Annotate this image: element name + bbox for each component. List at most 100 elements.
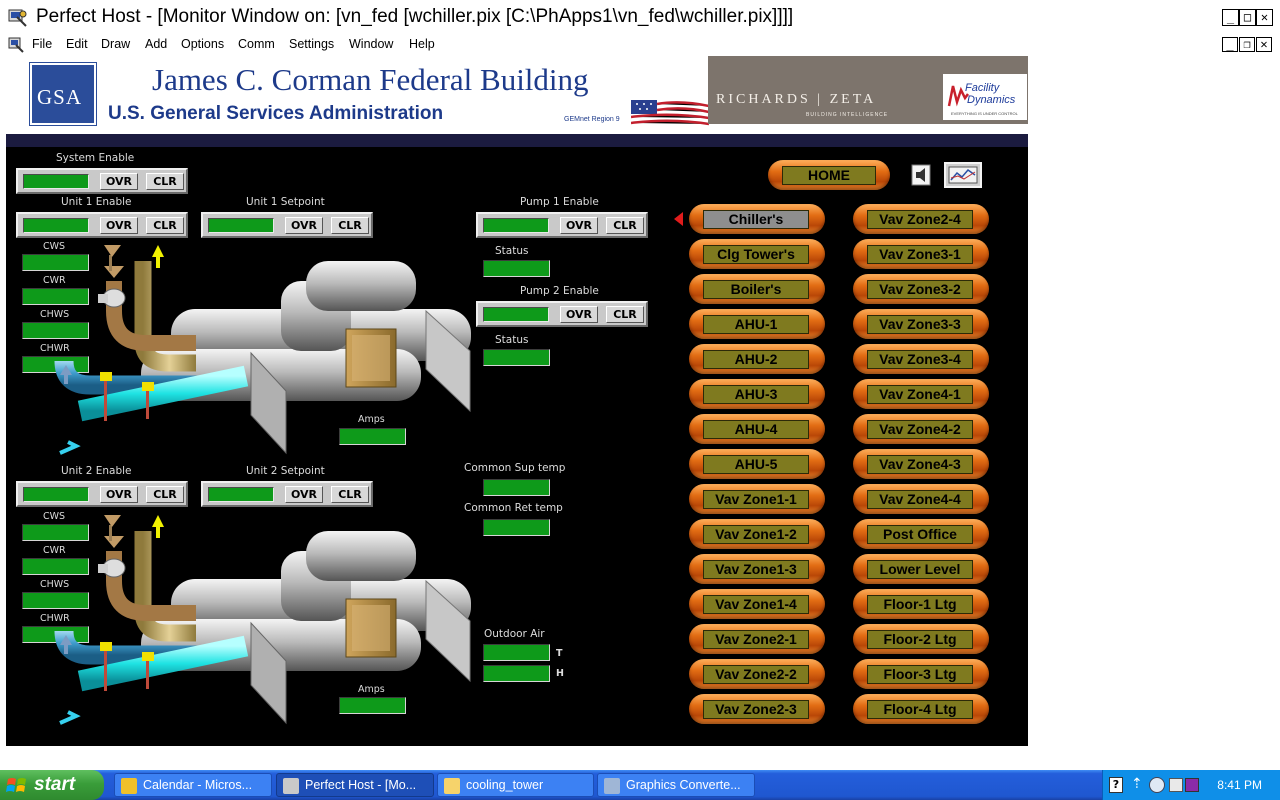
menu-file[interactable]: File	[32, 37, 52, 51]
gsa-logo: GSA	[29, 62, 97, 126]
pump1-enable-ovr-button[interactable]: OVR	[560, 217, 598, 234]
windows-logo-icon	[6, 778, 26, 792]
outdoor-air-h-label: H	[556, 668, 564, 679]
nav-left-vav-zone1-2-button[interactable]: Vav Zone1-2	[689, 519, 825, 549]
nav-right-post-office-button[interactable]: Post Office	[853, 519, 989, 549]
unit1-enable-clr-button[interactable]: CLR	[146, 217, 184, 234]
unit2-enable-label: Unit 2 Enable	[61, 465, 132, 477]
unit2-enable-ovr-button[interactable]: OVR	[100, 486, 138, 503]
unit2-enable-control: OVR CLR	[16, 481, 188, 507]
unit2-enable-clr-button[interactable]: CLR	[146, 486, 184, 503]
nav-right-vav-zone4-3-button[interactable]: Vav Zone4-3	[853, 449, 989, 479]
nav-right-floor-2-ltg-button[interactable]: Floor-2 Ltg	[853, 624, 989, 654]
pump2-enable-label: Pump 2 Enable	[520, 285, 599, 297]
menu-add[interactable]: Add	[145, 37, 167, 51]
nav-right-vav-zone3-1-button[interactable]: Vav Zone3-1	[853, 239, 989, 269]
building-name: James C. Corman Federal Building	[152, 62, 589, 97]
nav-left-vav-zone2-1-button[interactable]: Vav Zone2-1	[689, 624, 825, 654]
menu-draw[interactable]: Draw	[101, 37, 130, 51]
nav-right-vav-zone3-3-button[interactable]: Vav Zone3-3	[853, 309, 989, 339]
help-icon[interactable]: ?	[1109, 777, 1123, 793]
pump1-enable-clr-button[interactable]: CLR	[606, 217, 644, 234]
menu-help[interactable]: Help	[409, 37, 435, 51]
common-ret-temp-label: Common Ret temp	[464, 502, 563, 514]
unit2-setpoint-value	[208, 487, 274, 502]
common-sup-temp-value	[483, 479, 550, 496]
nav-left-ahu-3-button[interactable]: AHU-3	[689, 379, 825, 409]
nav-left-chiller-s-button[interactable]: Chiller's	[689, 204, 825, 234]
nav-right-floor-4-ltg-button[interactable]: Floor-4 Ltg	[853, 694, 989, 724]
pump2-enable-ovr-button[interactable]: OVR	[560, 306, 598, 323]
maximize-icon[interactable]: □	[1239, 9, 1256, 26]
menu-bar: File Edit Draw Add Options Comm Settings…	[0, 36, 1280, 55]
unit1-enable-value	[23, 218, 89, 233]
child-restore-icon[interactable]: ❐	[1239, 37, 1255, 52]
nav-left-clg-tower-s-button[interactable]: Clg Tower's	[689, 239, 825, 269]
unit1-setpoint-ovr-button[interactable]: OVR	[285, 217, 323, 234]
pump1-enable-control: OVR CLR	[476, 212, 648, 238]
nav-left-vav-zone1-1-button[interactable]: Vav Zone1-1	[689, 484, 825, 514]
nav-left-ahu-1-button[interactable]: AHU-1	[689, 309, 825, 339]
unit2-enable-value	[23, 487, 89, 502]
building-banner: GSA James C. Corman Federal Building U.S…	[6, 56, 1028, 134]
active-indicator-icon	[674, 212, 683, 226]
region-label: GEMnet Region 9	[564, 116, 620, 123]
nav-right-vav-zone3-4-button[interactable]: Vav Zone3-4	[853, 344, 989, 374]
pump2-enable-clr-button[interactable]: CLR	[606, 306, 644, 323]
trend-chart-icon[interactable]	[944, 162, 982, 188]
nav-right-vav-zone4-2-button[interactable]: Vav Zone4-2	[853, 414, 989, 444]
system-enable-ovr-button[interactable]: OVR	[100, 173, 138, 190]
task-graphics-converter[interactable]: Graphics Converte...	[597, 773, 755, 797]
outdoor-air-humidity-value	[483, 665, 550, 682]
close-icon[interactable]: ✕	[1256, 9, 1273, 26]
nav-right-floor-1-ltg-button[interactable]: Floor-1 Ltg	[853, 589, 989, 619]
nav-right-floor-3-ltg-button[interactable]: Floor-3 Ltg	[853, 659, 989, 689]
network-icon[interactable]: ⇡	[1131, 776, 1143, 792]
speaker-icon[interactable]	[910, 162, 934, 188]
menu-window[interactable]: Window	[349, 37, 393, 51]
tray-app-icon[interactable]	[1185, 778, 1199, 792]
home-button[interactable]: HOME	[768, 160, 890, 190]
child-close-icon[interactable]: ✕	[1256, 37, 1272, 52]
amps1-value	[339, 428, 406, 445]
start-button[interactable]: start	[0, 770, 104, 800]
document-icon[interactable]	[8, 37, 24, 53]
volume-icon[interactable]	[1169, 778, 1183, 792]
nav-left-ahu-5-button[interactable]: AHU-5	[689, 449, 825, 479]
unit1-setpoint-value	[208, 218, 274, 233]
menu-comm[interactable]: Comm	[238, 37, 275, 51]
perfect-host-app-icon[interactable]	[8, 8, 28, 28]
system-enable-clr-button[interactable]: CLR	[146, 173, 184, 190]
nav-right-lower-level-button[interactable]: Lower Level	[853, 554, 989, 584]
unit1-enable-ovr-button[interactable]: OVR	[100, 217, 138, 234]
title-bar[interactable]: Perfect Host - [Monitor Window on: [vn_f…	[0, 0, 1280, 36]
unit1-setpoint-label: Unit 1 Setpoint	[246, 196, 325, 208]
minimize-icon[interactable]: _	[1222, 9, 1239, 26]
nav-right-vav-zone4-1-button[interactable]: Vav Zone4-1	[853, 379, 989, 409]
agency-name: U.S. General Services Administration	[108, 103, 444, 124]
menu-options[interactable]: Options	[181, 37, 224, 51]
nav-left-vav-zone2-3-button[interactable]: Vav Zone2-3	[689, 694, 825, 724]
back-arrow-icon[interactable]	[1149, 777, 1165, 793]
child-minimize-icon[interactable]: _	[1222, 37, 1238, 52]
task-perfect-host[interactable]: Perfect Host - [Mo...	[276, 773, 434, 797]
nav-left-ahu-2-button[interactable]: AHU-2	[689, 344, 825, 374]
task-calendar[interactable]: Calendar - Micros...	[114, 773, 272, 797]
system-enable-value	[23, 174, 89, 189]
nav-left-vav-zone2-2-button[interactable]: Vav Zone2-2	[689, 659, 825, 689]
menu-settings[interactable]: Settings	[289, 37, 334, 51]
task-cooling-tower[interactable]: cooling_tower	[437, 773, 594, 797]
unit1-setpoint-clr-button[interactable]: CLR	[331, 217, 369, 234]
nav-left-boiler-s-button[interactable]: Boiler's	[689, 274, 825, 304]
menu-edit[interactable]: Edit	[66, 37, 88, 51]
system-enable-control: OVR CLR	[16, 168, 188, 194]
nav-right-vav-zone3-2-button[interactable]: Vav Zone3-2	[853, 274, 989, 304]
unit2-setpoint-clr-button[interactable]: CLR	[331, 486, 369, 503]
unit2-setpoint-label: Unit 2 Setpoint	[246, 465, 325, 477]
nav-right-vav-zone2-4-button[interactable]: Vav Zone2-4	[853, 204, 989, 234]
unit2-setpoint-ovr-button[interactable]: OVR	[285, 486, 323, 503]
nav-right-vav-zone4-4-button[interactable]: Vav Zone4-4	[853, 484, 989, 514]
nav-left-ahu-4-button[interactable]: AHU-4	[689, 414, 825, 444]
nav-left-vav-zone1-3-button[interactable]: Vav Zone1-3	[689, 554, 825, 584]
nav-left-vav-zone1-4-button[interactable]: Vav Zone1-4	[689, 589, 825, 619]
